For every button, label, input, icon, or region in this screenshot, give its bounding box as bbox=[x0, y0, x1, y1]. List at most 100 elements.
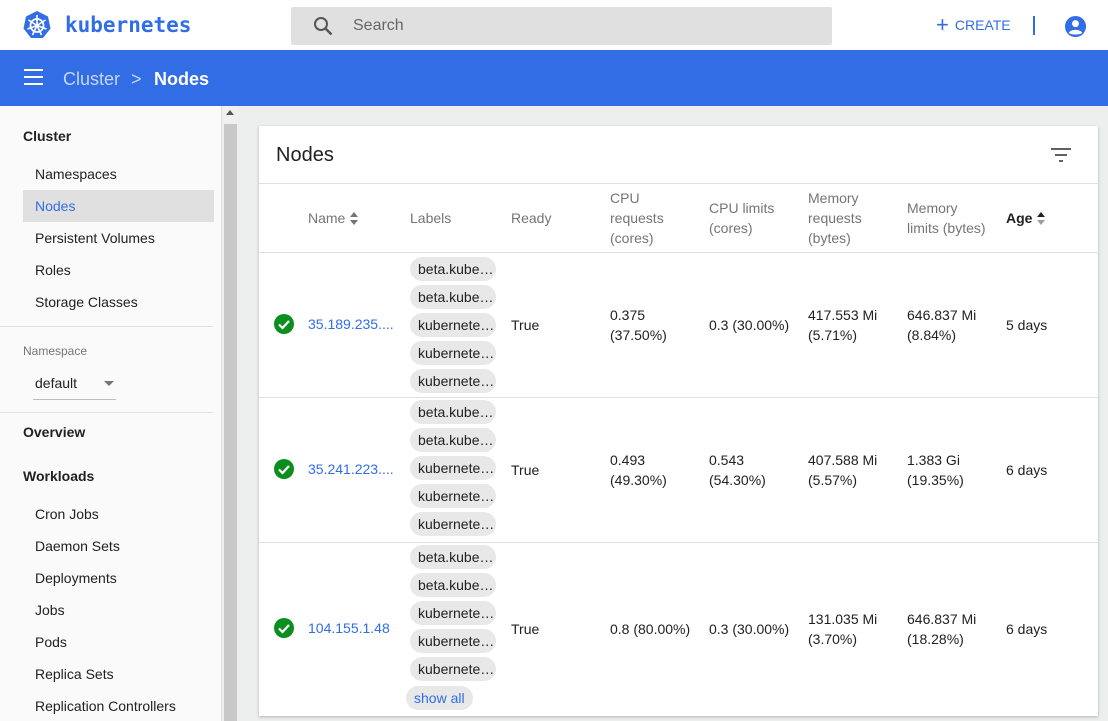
node-name-link[interactable]: 104.155.1.48 bbox=[308, 620, 396, 636]
label-chip[interactable]: kubernetes... bbox=[410, 484, 496, 508]
filter-icon[interactable] bbox=[1051, 148, 1071, 162]
age-cell: 6 days bbox=[1006, 462, 1048, 478]
label-chip[interactable]: kubernetes... bbox=[410, 313, 496, 337]
sidebar-item-persistent-volumes[interactable]: Persistent Volumes bbox=[23, 222, 214, 254]
sidebar-item-daemon-sets[interactable]: Daemon Sets bbox=[23, 530, 214, 562]
create-button[interactable]: + CREATE bbox=[936, 14, 1011, 36]
label-chip[interactable]: kubernetes... bbox=[410, 512, 496, 536]
cell-line: (18.28%) bbox=[907, 631, 964, 647]
cell-line: (54.30%) bbox=[709, 472, 766, 488]
sidebar-divider bbox=[0, 326, 213, 327]
header-line: requests bbox=[610, 210, 664, 226]
menu-icon[interactable] bbox=[24, 69, 43, 85]
top-bar: kubernetes + CREATE bbox=[0, 0, 1108, 50]
kubernetes-logo-icon[interactable] bbox=[22, 10, 52, 40]
header-divider bbox=[1033, 16, 1035, 35]
sidebar-divider bbox=[0, 412, 213, 413]
column-header-memory-requests: Memory requests (bytes) bbox=[808, 188, 862, 248]
column-header-labels: Labels bbox=[410, 210, 452, 226]
header-line: (cores) bbox=[709, 220, 753, 236]
sidebar-item-nodes[interactable]: Nodes bbox=[23, 190, 214, 222]
label-chip[interactable]: kubernetes... bbox=[410, 456, 496, 480]
table-row: 35.241.223.... beta.kubern... beta.kuber… bbox=[259, 398, 1098, 542]
search-icon bbox=[314, 17, 333, 36]
cell-line: (5.57%) bbox=[808, 472, 858, 488]
cpu-requests-cell: 0.493 (49.30%) bbox=[610, 450, 667, 490]
sidebar-scrollbar[interactable] bbox=[223, 106, 238, 721]
account-icon[interactable] bbox=[1064, 15, 1087, 38]
column-header-name-label: Name bbox=[308, 210, 346, 226]
cell-line: 646.837 Mi bbox=[907, 307, 977, 323]
cpu-limits-cell: 0.3 (30.00%) bbox=[709, 621, 790, 637]
column-header-ready: Ready bbox=[511, 210, 552, 226]
cpu-limits-cell: 0.543 (54.30%) bbox=[709, 450, 766, 490]
search-input[interactable] bbox=[353, 7, 813, 45]
label-chip[interactable]: beta.kubern... bbox=[410, 257, 496, 281]
cell-line: (37.50%) bbox=[610, 327, 667, 343]
header-line: (bytes) bbox=[808, 230, 851, 246]
label-chip[interactable]: beta.kubern... bbox=[410, 545, 496, 569]
page-title: Nodes bbox=[154, 69, 210, 89]
memory-requests-cell: 131.035 Mi (3.70%) bbox=[808, 609, 877, 649]
header-line: Memory bbox=[907, 200, 958, 216]
sidebar-item-roles[interactable]: Roles bbox=[23, 254, 214, 286]
label-chip[interactable]: kubernetes... bbox=[410, 657, 496, 681]
header-line: (cores) bbox=[610, 230, 654, 246]
sidebar-item-namespaces[interactable]: Namespaces bbox=[23, 158, 214, 190]
sidebar-heading-workloads[interactable]: Workloads bbox=[23, 468, 94, 484]
label-chip[interactable]: kubernetes... bbox=[410, 629, 496, 653]
scroll-up-icon[interactable] bbox=[226, 110, 234, 115]
show-all-labels-button[interactable]: show all bbox=[406, 686, 473, 710]
cpu-limits-cell: 0.3 (30.00%) bbox=[709, 317, 790, 333]
sidebar-item-pods[interactable]: Pods bbox=[23, 626, 214, 658]
table-row: 35.189.235.... beta.kubern... beta.kuber… bbox=[259, 253, 1098, 397]
column-header-age-label: Age bbox=[1006, 210, 1033, 226]
search-bar[interactable] bbox=[291, 7, 832, 45]
column-header-memory-limits: Memory limits (bytes) bbox=[907, 198, 986, 238]
sidebar-item-storage-classes[interactable]: Storage Classes bbox=[23, 286, 214, 318]
node-name-link[interactable]: 35.189.235.... bbox=[308, 316, 396, 332]
header-line: requests bbox=[808, 210, 862, 226]
age-cell: 5 days bbox=[1006, 317, 1048, 333]
column-header-age[interactable]: Age bbox=[1006, 208, 1046, 228]
sidebar-heading-overview[interactable]: Overview bbox=[23, 424, 85, 440]
namespace-select[interactable]: default bbox=[33, 368, 116, 400]
memory-requests-cell: 417.553 Mi (5.71%) bbox=[808, 305, 877, 345]
cpu-requests-cell: 0.8 (80.00%) bbox=[610, 621, 691, 637]
label-chip[interactable]: beta.kubern... bbox=[410, 573, 496, 597]
namespace-label: Namespace bbox=[23, 344, 88, 358]
cell-line: (3.70%) bbox=[808, 631, 858, 647]
cell-line: 0.375 bbox=[610, 307, 646, 323]
card-title: Nodes bbox=[276, 144, 334, 166]
ready-cell: True bbox=[511, 317, 540, 333]
age-cell: 6 days bbox=[1006, 621, 1048, 637]
label-chip[interactable]: kubernetes... bbox=[410, 601, 496, 625]
cell-line: 1.383 Gi bbox=[907, 452, 960, 468]
label-chip[interactable]: beta.kubern... bbox=[410, 428, 496, 452]
sidebar-item-deployments[interactable]: Deployments bbox=[23, 562, 214, 594]
node-name-link[interactable]: 35.241.223.... bbox=[308, 461, 396, 477]
brand-name[interactable]: kubernetes bbox=[65, 13, 191, 37]
sidebar-item-cron-jobs[interactable]: Cron Jobs bbox=[23, 498, 214, 530]
breadcrumb-cluster[interactable]: Cluster bbox=[63, 69, 120, 90]
sidebar-item-replica-sets[interactable]: Replica Sets bbox=[23, 658, 214, 690]
label-chip[interactable]: beta.kubern... bbox=[410, 285, 496, 309]
cell-line: (5.71%) bbox=[808, 327, 858, 343]
label-chip[interactable]: beta.kubern... bbox=[410, 400, 496, 424]
label-chip[interactable]: kubernetes... bbox=[410, 341, 496, 365]
label-chip[interactable]: kubernetes... bbox=[410, 369, 496, 393]
plus-icon: + bbox=[936, 12, 949, 37]
cell-line: (49.30%) bbox=[610, 472, 667, 488]
breadcrumb-separator-icon: > bbox=[131, 69, 142, 89]
sidebar-item-jobs[interactable]: Jobs bbox=[23, 594, 214, 626]
column-header-name[interactable]: Name bbox=[308, 208, 359, 228]
sidebar-item-replication-controllers[interactable]: Replication Controllers bbox=[23, 690, 214, 721]
scrollbar-thumb[interactable] bbox=[224, 124, 237, 721]
sidebar-heading-cluster[interactable]: Cluster bbox=[23, 128, 71, 144]
namespace-value: default bbox=[35, 375, 78, 391]
create-label: CREATE bbox=[954, 17, 1011, 33]
header-line: Memory bbox=[808, 190, 859, 206]
check-circle-icon bbox=[274, 314, 294, 334]
table-row: 104.155.1.48 beta.kubern... beta.kubern.… bbox=[259, 543, 1098, 716]
ready-cell: True bbox=[511, 462, 540, 478]
